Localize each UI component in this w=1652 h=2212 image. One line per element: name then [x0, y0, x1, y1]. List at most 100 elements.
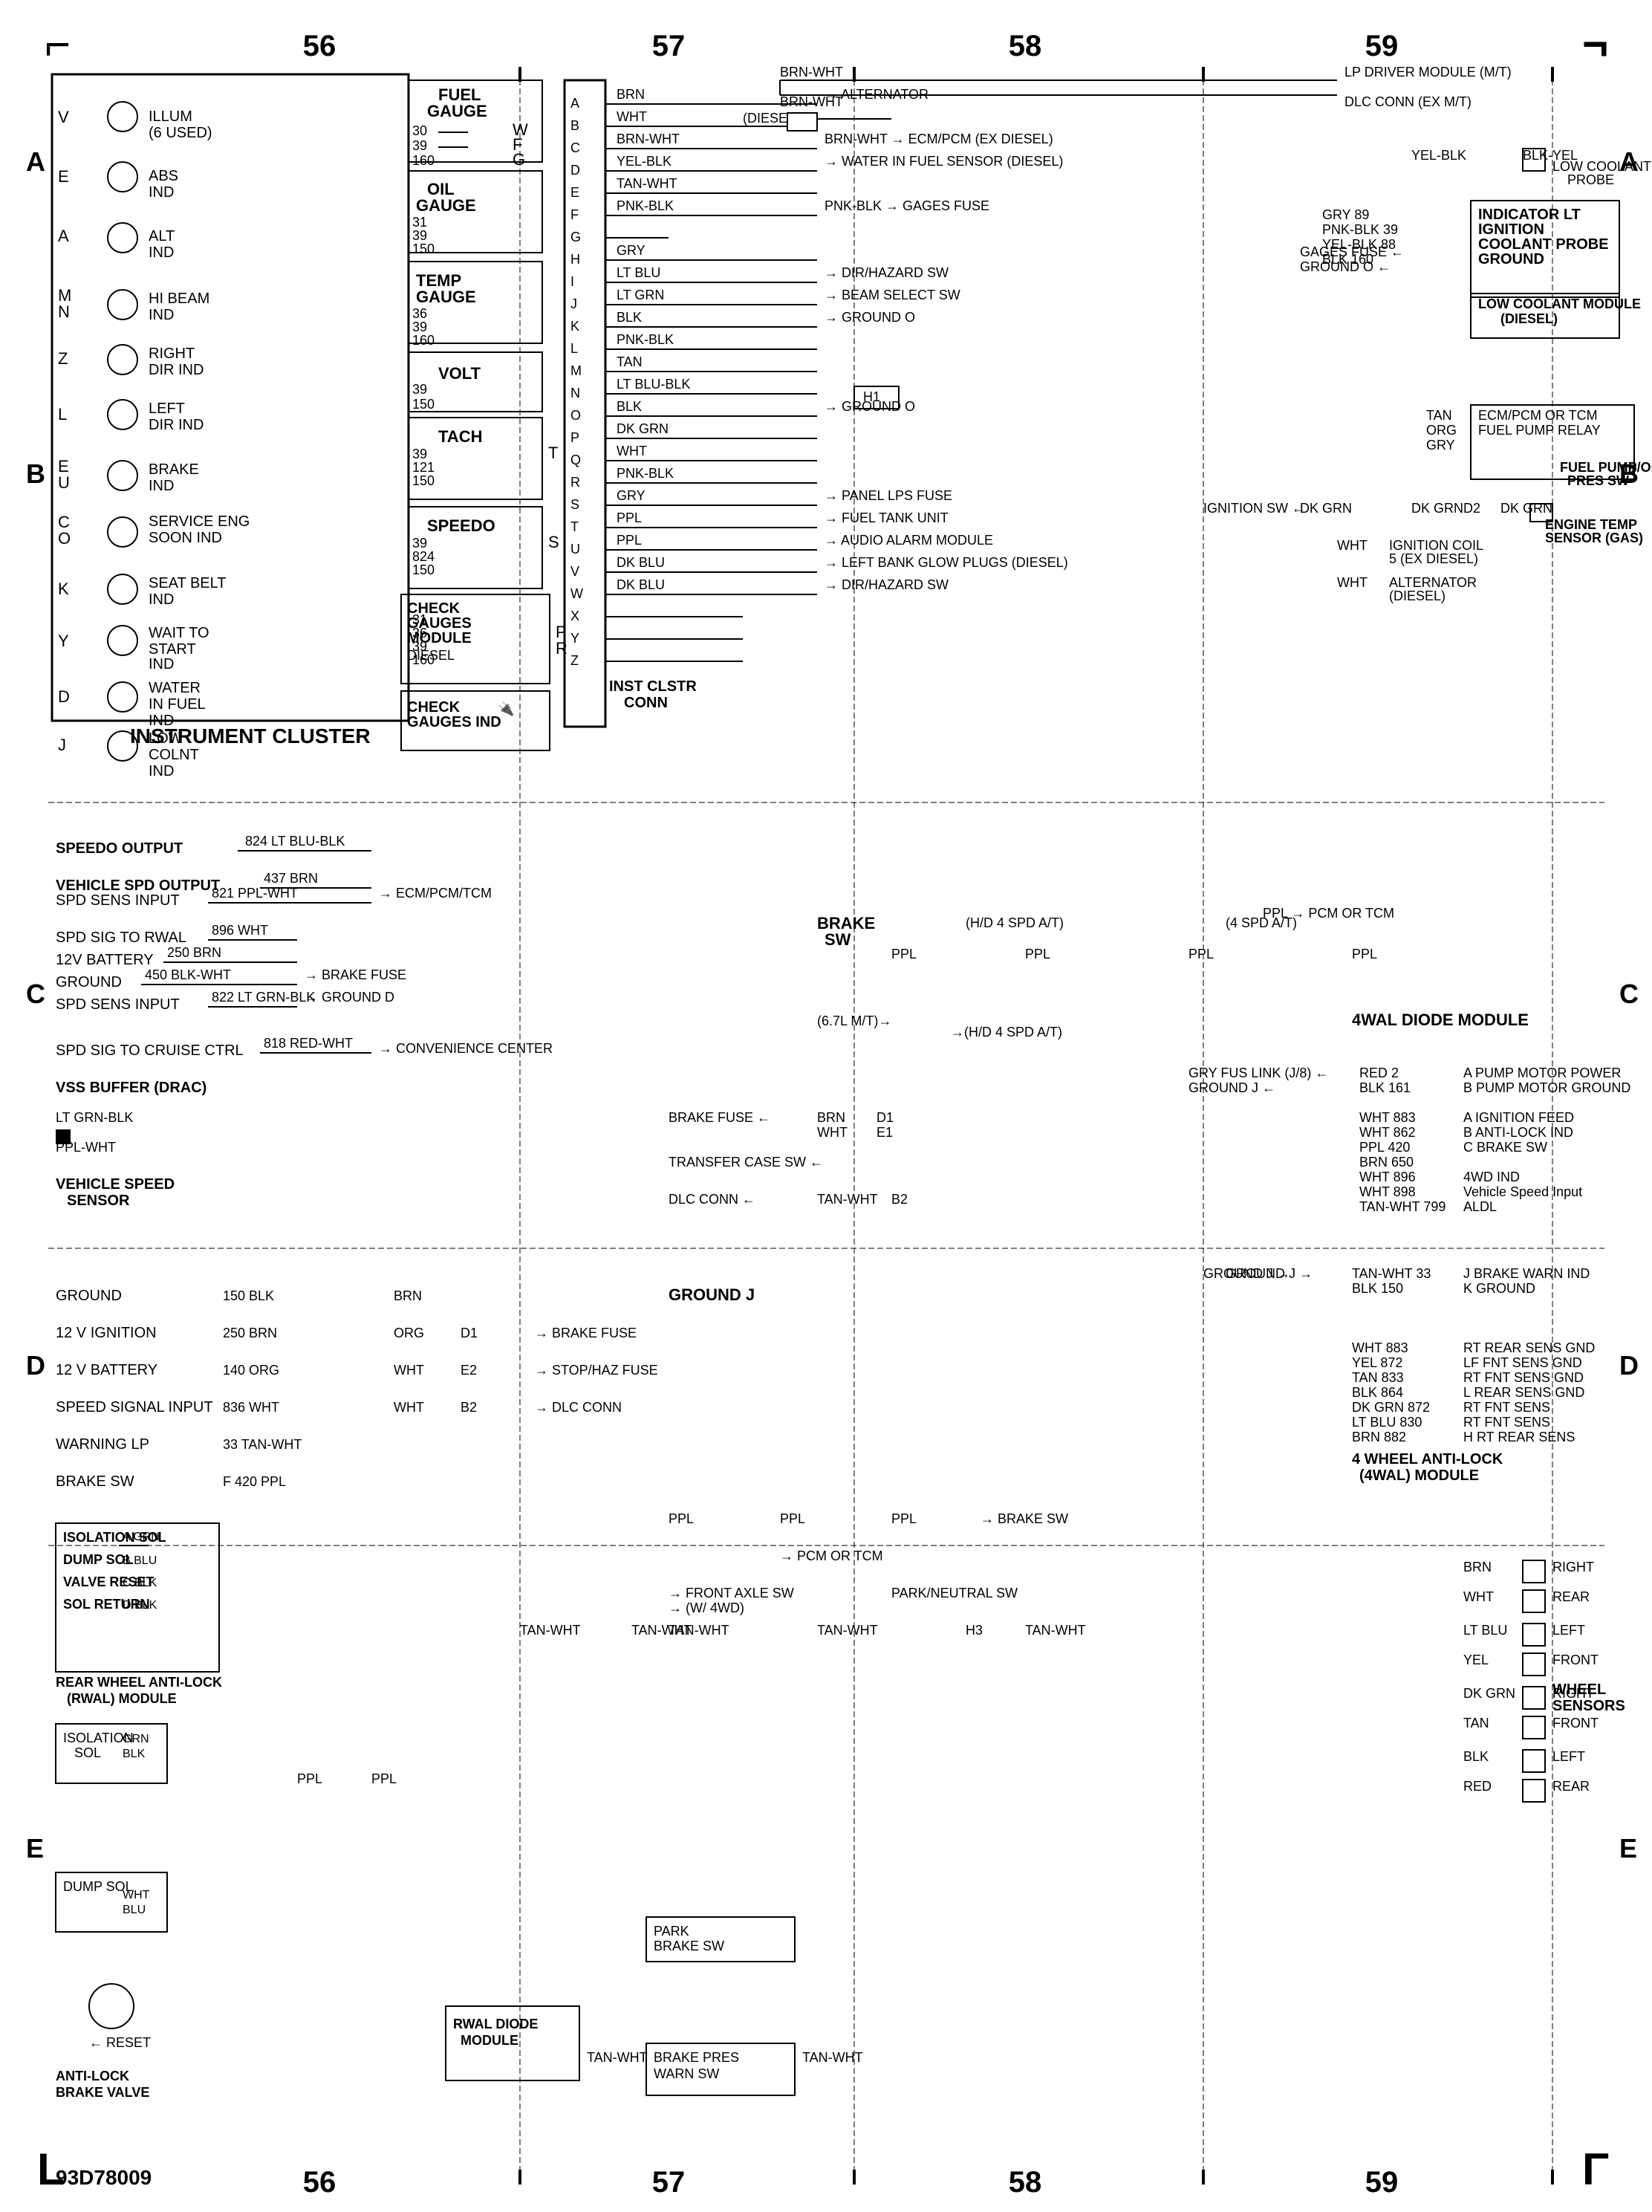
svg-text:GROUND J →: GROUND J →	[1226, 1266, 1313, 1281]
svg-text:250 BRN: 250 BRN	[167, 945, 221, 960]
svg-text:36: 36	[412, 306, 427, 321]
svg-text:R: R	[570, 475, 580, 490]
svg-text:E: E	[570, 185, 579, 200]
svg-text:39: 39	[412, 228, 427, 243]
svg-text:TAN-WHT: TAN-WHT	[587, 2050, 648, 2065]
svg-text:PNK-BLK: PNK-BLK	[617, 198, 674, 213]
svg-text:DIR IND: DIR IND	[149, 417, 204, 433]
svg-text:N: N	[570, 386, 580, 400]
svg-text:F: F	[570, 207, 579, 222]
svg-text:GAUGE: GAUGE	[416, 288, 476, 306]
svg-text:BLK 864: BLK 864	[1352, 1385, 1403, 1400]
svg-text:5 (EX DIESEL): 5 (EX DIESEL)	[1389, 551, 1478, 566]
svg-text:WHT 883: WHT 883	[1359, 1110, 1416, 1125]
svg-text:A: A	[570, 96, 579, 111]
svg-text:J: J	[570, 296, 577, 311]
svg-text:YEL 872: YEL 872	[1352, 1355, 1402, 1370]
svg-text:FRONT: FRONT	[1552, 1716, 1599, 1731]
svg-text:N: N	[58, 302, 70, 321]
svg-text:BRAKE FUSE ←: BRAKE FUSE ←	[669, 1110, 770, 1125]
svg-text:DK BLU: DK BLU	[617, 555, 665, 570]
svg-text:G: G	[570, 230, 581, 244]
svg-text:→ GROUND D: → GROUND D	[305, 990, 394, 1005]
svg-text:WHEEL: WHEEL	[1552, 1681, 1606, 1698]
svg-text:Vehicle Speed Input: Vehicle Speed Input	[1463, 1184, 1582, 1199]
svg-text:DK GRN 872: DK GRN 872	[1352, 1400, 1430, 1415]
svg-text:TAN: TAN	[1426, 408, 1452, 423]
svg-text:WHT 896: WHT 896	[1359, 1170, 1416, 1184]
svg-text:WHT: WHT	[394, 1363, 424, 1378]
svg-text:ECM/PCM OR TCM: ECM/PCM OR TCM	[1478, 408, 1598, 423]
svg-text:D1: D1	[461, 1326, 478, 1340]
svg-text:A: A	[58, 227, 69, 245]
svg-text:K: K	[58, 580, 69, 598]
svg-text:DK GRN: DK GRN	[1463, 1686, 1515, 1701]
svg-text:IND: IND	[149, 763, 174, 779]
svg-text:LT BLU-BLK: LT BLU-BLK	[617, 377, 690, 392]
svg-text:WHT: WHT	[394, 1400, 424, 1415]
svg-text:VOLT: VOLT	[438, 364, 481, 383]
svg-text:D: D	[58, 687, 70, 706]
svg-text:G: G	[513, 150, 525, 169]
svg-text:836 WHT: 836 WHT	[223, 1400, 279, 1415]
svg-text:COLNT: COLNT	[149, 747, 199, 763]
svg-text:WHT: WHT	[617, 109, 647, 124]
svg-text:PPL → PCM OR TCM: PPL → PCM OR TCM	[1263, 906, 1394, 921]
svg-text:SPEEDO: SPEEDO	[427, 516, 495, 535]
svg-text:BRN: BRN	[394, 1288, 422, 1303]
svg-text:→ ECM/PCM/TCM: → ECM/PCM/TCM	[379, 886, 492, 901]
svg-text:PNK-BLK → GAGES FUSE: PNK-BLK → GAGES FUSE	[825, 198, 989, 213]
svg-text:LP DRIVER MODULE (M/T): LP DRIVER MODULE (M/T)	[1344, 65, 1512, 80]
svg-text:CONN: CONN	[624, 695, 668, 711]
svg-text:BRAKE: BRAKE	[149, 461, 199, 478]
svg-text:CHECK: CHECK	[407, 699, 461, 716]
svg-text:LOW: LOW	[149, 730, 183, 747]
svg-text:PPL 420: PPL 420	[1359, 1140, 1410, 1155]
svg-text:D: D	[26, 1350, 45, 1381]
svg-text:LOW COOLANT MODULE: LOW COOLANT MODULE	[1478, 296, 1641, 311]
svg-text:GRN: GRN	[123, 1733, 149, 1745]
svg-text:39: 39	[412, 138, 427, 153]
svg-text:12V BATTERY: 12V BATTERY	[56, 952, 154, 968]
svg-text:RT FNT SENS: RT FNT SENS	[1463, 1415, 1550, 1430]
svg-text:VSS BUFFER (DRAC): VSS BUFFER (DRAC)	[56, 1080, 206, 1096]
svg-text:824 LT BLU-BLK: 824 LT BLU-BLK	[245, 834, 345, 849]
svg-text:RT FNT SENS GND: RT FNT SENS GND	[1463, 1370, 1584, 1385]
svg-text:BLK: BLK	[123, 1748, 146, 1760]
svg-text:12 V IGNITION: 12 V IGNITION	[56, 1325, 157, 1341]
svg-text:56: 56	[303, 30, 336, 62]
svg-text:(4WAL) MODULE: (4WAL) MODULE	[1359, 1467, 1479, 1484]
svg-text:4WAL DIODE MODULE: 4WAL DIODE MODULE	[1352, 1011, 1529, 1029]
svg-text:450 BLK-WHT: 450 BLK-WHT	[145, 967, 231, 982]
svg-text:VEHICLE SPD OUTPUT: VEHICLE SPD OUTPUT	[56, 878, 220, 894]
svg-text:TAN-WHT: TAN-WHT	[617, 176, 677, 191]
svg-text:YEL-BLK 88: YEL-BLK 88	[1322, 237, 1396, 252]
svg-text:31: 31	[412, 612, 427, 627]
svg-text:D1: D1	[877, 1110, 894, 1125]
svg-text:WHT: WHT	[1337, 538, 1368, 553]
svg-text:SENSOR (GAS): SENSOR (GAS)	[1545, 531, 1643, 545]
svg-text:YEL-BLK: YEL-BLK	[617, 154, 671, 169]
svg-text:ILLUM: ILLUM	[149, 108, 192, 125]
svg-text:B: B	[26, 458, 45, 489]
svg-text:160: 160	[412, 652, 435, 667]
svg-text:GROUND: GROUND	[56, 1288, 122, 1304]
svg-text:PRES SW: PRES SW	[1567, 473, 1629, 488]
svg-text:WARNING LP: WARNING LP	[56, 1436, 149, 1453]
svg-text:LF FNT SENS GND: LF FNT SENS GND	[1463, 1355, 1582, 1370]
svg-text:12 V BATTERY: 12 V BATTERY	[56, 1362, 157, 1378]
svg-text:IGNITION COIL: IGNITION COIL	[1389, 538, 1483, 553]
svg-text:WHT: WHT	[123, 1889, 150, 1901]
svg-text:TAN 833: TAN 833	[1352, 1370, 1404, 1385]
svg-text:DK BLU: DK BLU	[617, 577, 665, 592]
svg-text:→ FRONT AXLE SW: → FRONT AXLE SW	[669, 1586, 794, 1600]
svg-text:→ DLC CONN: → DLC CONN	[535, 1400, 622, 1415]
svg-text:BLK: BLK	[617, 399, 642, 414]
svg-text:93D78009: 93D78009	[56, 2166, 152, 2189]
svg-text:250 BRN: 250 BRN	[223, 1326, 277, 1340]
svg-text:BRN: BRN	[817, 1110, 845, 1125]
svg-text:ORG: ORG	[1426, 423, 1457, 438]
svg-text:U: U	[58, 473, 70, 492]
svg-text:57: 57	[652, 2166, 686, 2199]
svg-text:PPL: PPL	[780, 1511, 805, 1526]
